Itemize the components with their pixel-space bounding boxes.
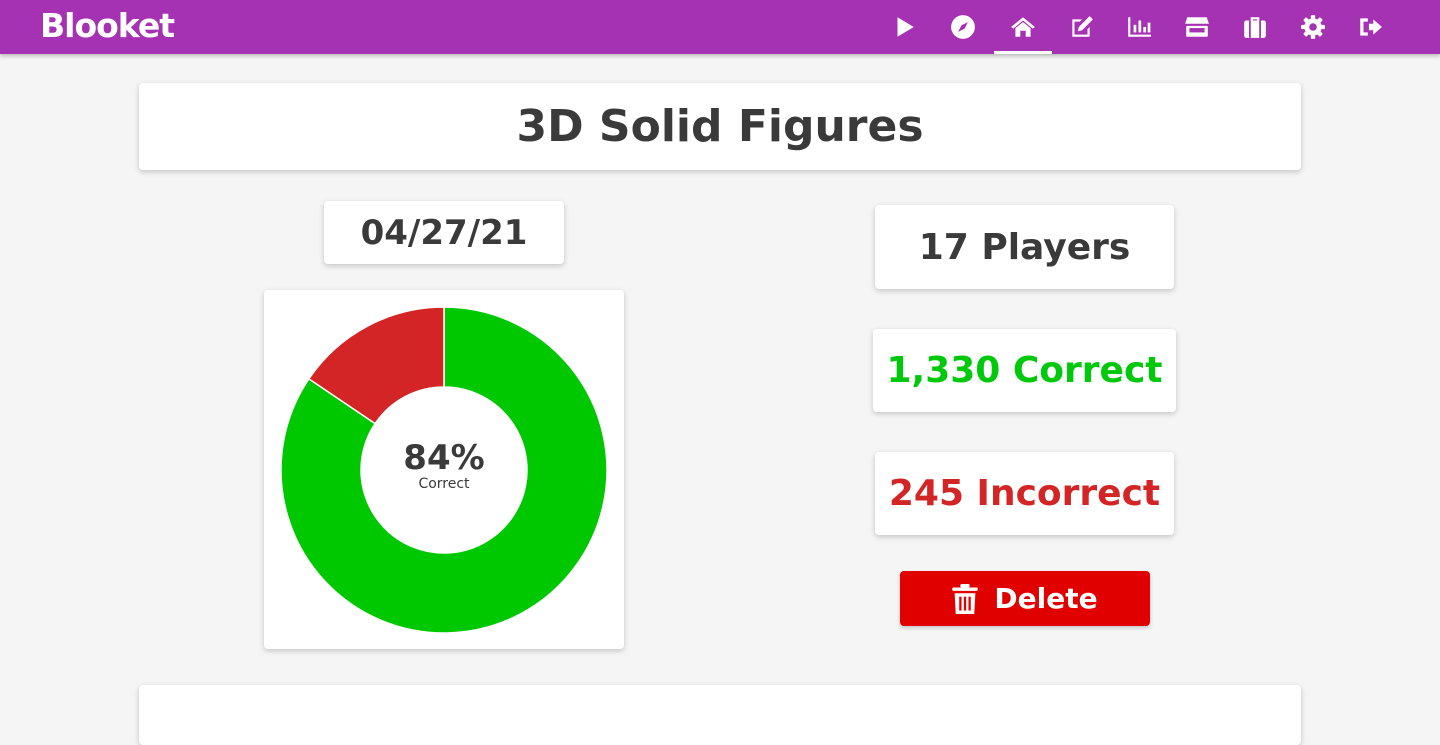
compass-icon bbox=[951, 15, 975, 39]
nav-settings[interactable] bbox=[1284, 0, 1342, 54]
nav-logout[interactable] bbox=[1341, 0, 1399, 54]
correct-count: 1,330 Correct bbox=[873, 329, 1176, 412]
top-nav-bar: Blooket bbox=[0, 0, 1440, 54]
players-count: 17 Players bbox=[875, 205, 1174, 289]
nav-market[interactable] bbox=[1168, 0, 1226, 54]
percent-correct-label: Correct bbox=[418, 476, 470, 492]
nav-blooks[interactable] bbox=[1226, 0, 1284, 54]
donut-center: 84% Correct bbox=[264, 440, 624, 492]
game-title: 3D Solid Figures bbox=[139, 83, 1301, 170]
logo[interactable]: Blooket bbox=[40, 6, 175, 45]
game-date: 04/27/21 bbox=[324, 201, 564, 264]
home-icon bbox=[1011, 17, 1035, 37]
store-icon bbox=[1185, 17, 1209, 37]
delete-label: Delete bbox=[994, 582, 1098, 615]
bar-chart-icon bbox=[1128, 17, 1151, 37]
nav-create[interactable] bbox=[1052, 0, 1110, 54]
incorrect-count: 245 Incorrect bbox=[875, 452, 1174, 535]
nav-play[interactable] bbox=[875, 0, 933, 54]
play-icon bbox=[897, 17, 914, 37]
delete-button[interactable]: Delete bbox=[900, 571, 1150, 626]
nav-discover[interactable] bbox=[934, 0, 992, 54]
percent-correct-value: 84% bbox=[403, 438, 485, 478]
nav-home[interactable] bbox=[994, 0, 1052, 54]
accuracy-chart-card: 84% Correct bbox=[264, 290, 624, 649]
bottom-panel bbox=[139, 685, 1301, 745]
edit-icon bbox=[1072, 16, 1093, 37]
trash-icon bbox=[952, 583, 979, 614]
sign-out-icon bbox=[1360, 18, 1382, 36]
gear-icon bbox=[1301, 15, 1325, 39]
nav-stats[interactable] bbox=[1110, 0, 1168, 54]
briefcase-icon bbox=[1244, 17, 1266, 38]
